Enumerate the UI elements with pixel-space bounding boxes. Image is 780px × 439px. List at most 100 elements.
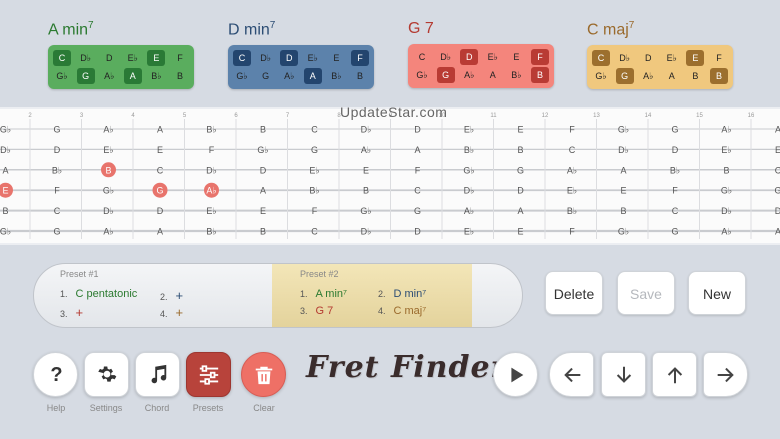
chord-note[interactable]: E♭ <box>124 50 142 66</box>
chord-note[interactable]: B <box>709 68 728 85</box>
note-label: G♭ <box>618 227 629 237</box>
note-label: E♭ <box>103 145 113 155</box>
play-button[interactable] <box>493 352 538 397</box>
chord-note[interactable]: G <box>257 68 275 84</box>
chord-note[interactable]: A <box>484 67 502 83</box>
chord-note[interactable]: G♭ <box>592 68 610 84</box>
chord-note[interactable]: F <box>171 50 189 66</box>
preset-1-item-2[interactable]: 2. + <box>160 288 183 303</box>
up-arrow-button[interactable] <box>652 352 697 397</box>
chord-3[interactable]: G 7 C D♭ D E♭ E F G♭ G A♭ A B♭ B <box>408 20 554 88</box>
note-label: C <box>311 125 318 135</box>
chord-note[interactable]: D♭ <box>77 50 95 66</box>
note-label: D♭ <box>206 165 217 175</box>
chord-note[interactable]: D <box>100 50 118 66</box>
preset-1-item-4[interactable]: 4. + <box>160 305 183 320</box>
chord-2[interactable]: D min7 C D♭ D E♭ E F G♭ G A♭ A B♭ B <box>228 20 374 90</box>
chord-note[interactable]: E♭ <box>304 50 322 66</box>
down-arrow-button[interactable] <box>601 352 646 397</box>
chord-note[interactable]: G♭ <box>53 68 71 84</box>
fret-finder-logo: Fret Finder <box>306 350 508 385</box>
chord-note[interactable]: E <box>327 50 345 66</box>
chord-card[interactable]: C D♭ D E♭ E F G♭ G A♭ A B♭ B <box>228 45 374 90</box>
note-label: B <box>620 206 626 216</box>
fretboard[interactable]: 23456789101112131415161718G♭GA♭AB♭BCD♭DE… <box>0 107 780 245</box>
chord-note[interactable]: C <box>53 50 71 67</box>
note-label: A <box>775 125 780 135</box>
chord-note[interactable]: A♭ <box>100 68 118 84</box>
chord-note[interactable]: G <box>76 68 95 85</box>
new-button[interactable]: New <box>688 271 746 315</box>
chord-note[interactable]: C <box>233 50 251 67</box>
chord-note[interactable]: E <box>147 50 166 67</box>
chord-note[interactable]: D <box>460 49 479 65</box>
chord-1[interactable]: A min7 C D♭ D E♭ E F G♭ G A♭ A B♭ B <box>48 20 194 90</box>
save-button[interactable]: Save <box>617 271 675 315</box>
chord-note[interactable]: E♭ <box>484 49 502 65</box>
chord-note[interactable]: F <box>350 50 369 67</box>
chord-card-row: C D♭ D E♭ E F <box>233 49 369 67</box>
chord-note[interactable]: B <box>530 67 549 83</box>
chord-note[interactable]: D♭ <box>257 50 275 66</box>
chord-note[interactable]: A♭ <box>280 68 298 84</box>
preset-1-item-3[interactable]: 3. + <box>60 305 83 320</box>
presets-panel[interactable]: Preset #1 1. C pentatonic 2. + 3. + 4. + Pre… <box>33 263 523 328</box>
clear-button[interactable] <box>241 352 286 397</box>
chord-note[interactable]: C <box>592 50 610 67</box>
note-label: D <box>157 206 164 216</box>
chord-note[interactable]: E <box>507 49 525 65</box>
chord-note[interactable]: F <box>710 50 728 66</box>
chord-card[interactable]: C D♭ D E♭ E F G♭ G A♭ A B♭ B <box>48 45 194 90</box>
chord-4[interactable]: C maj7 C D♭ D E♭ E F G♭ G A♭ A B B <box>587 20 733 90</box>
chord-note[interactable]: A♭ <box>639 68 657 84</box>
preset-1-item-1[interactable]: 1. C pentatonic <box>60 288 137 300</box>
chord-note[interactable]: G♭ <box>413 67 431 83</box>
chord-note[interactable]: A <box>303 68 322 85</box>
chord-note[interactable]: G <box>615 68 634 85</box>
preset-2-item-3[interactable]: 3. G 7 <box>300 305 333 317</box>
note-label: A♭ <box>206 186 216 196</box>
left-arrow-button[interactable] <box>549 352 594 397</box>
chord-note[interactable]: B <box>686 68 704 84</box>
chord-note[interactable]: B <box>171 68 189 84</box>
delete-button[interactable]: Delete <box>545 271 603 315</box>
chord-note[interactable]: E♭ <box>663 50 681 66</box>
chord-note[interactable]: B♭ <box>507 67 525 83</box>
chord-note[interactable]: A♭ <box>460 67 478 83</box>
chord-note[interactable]: D♭ <box>437 49 455 65</box>
preset-1[interactable]: Preset #1 1. C pentatonic 2. + 3. + 4. + <box>34 264 272 327</box>
note-label: E♭ <box>464 125 474 135</box>
chord-note[interactable]: D♭ <box>616 50 634 66</box>
settings-button[interactable] <box>84 352 129 397</box>
chord-note[interactable]: A <box>123 68 142 85</box>
preset-2-item-2[interactable]: 2. D min⁷ <box>378 288 426 300</box>
chord-button[interactable] <box>135 352 180 397</box>
chord-note[interactable]: G♭ <box>233 68 251 84</box>
chord-note[interactable]: C <box>413 49 431 65</box>
help-button[interactable]: ? <box>33 352 78 397</box>
chord-note[interactable]: B♭ <box>147 68 165 84</box>
presets-button[interactable] <box>186 352 231 397</box>
preset-2-item-4[interactable]: 4. C maj⁷ <box>378 305 426 317</box>
note-label: G <box>311 145 318 155</box>
chord-card[interactable]: C D♭ D E♭ E F G♭ G A♭ A B♭ B <box>408 44 554 88</box>
note-label: F <box>312 206 318 216</box>
trash-icon <box>255 366 273 385</box>
chord-note[interactable]: G <box>436 67 455 83</box>
chord-note[interactable]: F <box>530 49 549 65</box>
chord-note[interactable]: D <box>639 50 657 66</box>
chord-note[interactable]: B <box>351 68 369 84</box>
note-label: D <box>775 206 780 216</box>
note-label: B <box>2 206 8 216</box>
right-arrow-button[interactable] <box>703 352 748 397</box>
note-label: E <box>157 145 163 155</box>
chord-note[interactable]: D <box>280 50 299 67</box>
preset-2[interactable]: Preset #2 1. A min⁷ 2. D min⁷ 3. G 7 4. C ma… <box>272 264 472 327</box>
chord-note[interactable]: B♭ <box>327 68 345 84</box>
chord-note[interactable]: A <box>663 68 681 84</box>
preset-2-item-1[interactable]: 1. A min⁷ <box>300 288 347 300</box>
chord-note[interactable]: E <box>686 50 705 67</box>
chord-card[interactable]: C D♭ D E♭ E F G♭ G A♭ A B B <box>587 45 733 90</box>
note-label: C <box>672 206 679 216</box>
fret-number: 2 <box>28 113 32 119</box>
